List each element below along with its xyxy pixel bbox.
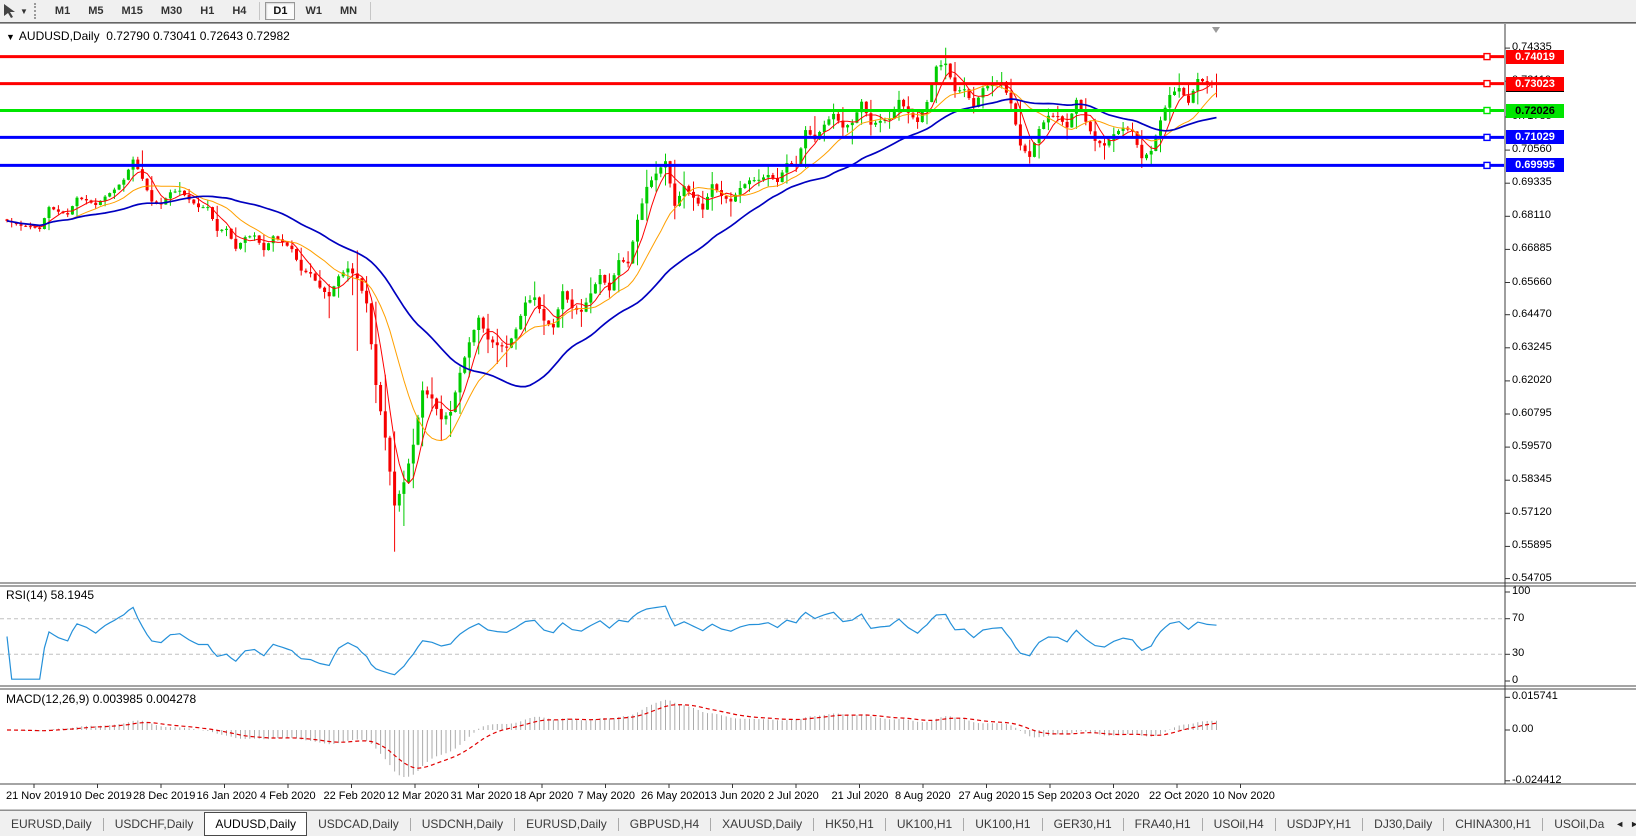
date-tick-label: 31 Mar 2020 [451,790,513,802]
date-tick-label: 27 Aug 2020 [959,790,1021,802]
date-tick-label: 4 Feb 2020 [260,790,316,802]
rsi-tick: 0 [1512,674,1518,686]
chart-tab-china300-h1[interactable]: CHINA300,H1 [1444,813,1542,835]
price-tick: 0.68110 [1512,209,1551,221]
chart-tab-fra40-h1[interactable]: FRA40,H1 [1124,813,1202,835]
chart-title: ▼ AUDUSD,Daily 0.72790 0.73041 0.72643 0.… [6,29,290,43]
date-tick-label: 3 Oct 2020 [1086,790,1140,802]
date-tick-label: 12 Mar 2020 [387,790,449,802]
macd-tick: 0.015741 [1512,690,1558,702]
price-tick: 0.66885 [1512,242,1552,254]
hline-price-badge: 0.72026 [1506,104,1564,118]
hline-price-badge: 0.74019 [1506,50,1564,64]
chart-tab-gbpusd-h4[interactable]: GBPUSD,H4 [619,813,710,835]
date-tick-label: 7 May 2020 [578,790,635,802]
chart-tab-audusd-daily[interactable]: AUDUSD,Daily [204,812,307,836]
chart-tabs-bar: EURUSD,DailyUSDCHF,DailyAUDUSD,DailyUSDC… [0,810,1636,836]
price-tick: 0.65660 [1512,276,1552,288]
chart-tab-dj30-daily[interactable]: DJ30,Daily [1363,813,1443,835]
macd-tick: -0.024412 [1512,774,1562,786]
mt4-window: ▼ M1M5M15M30H1H4D1W1MN ▼AUDUSD,Daily 0.7… [0,0,1636,836]
chart-tab-usdcad-daily[interactable]: USDCAD,Daily [307,813,410,835]
price-tick: 0.62020 [1512,374,1552,386]
chart-ohlc-values: 0.72790 0.73041 0.72643 0.72982 [106,29,290,43]
tab-scroll-arrows: ◄ ► [1615,819,1636,829]
date-tick-label: 28 Dec 2019 [133,790,195,802]
chart-tab-usoil-da[interactable]: USOil,Da [1543,813,1615,835]
chart-tab-xauusd-daily[interactable]: XAUUSD,Daily [711,813,813,835]
date-tick-label: 15 Sep 2020 [1022,790,1084,802]
date-tick-label: 21 Jul 2020 [832,790,889,802]
chart-tab-uk100-h1[interactable]: UK100,H1 [964,813,1041,835]
price-tick: 0.57120 [1512,506,1552,518]
date-tick-label: 26 May 2020 [641,790,705,802]
date-tick-label: 16 Jan 2020 [197,790,258,802]
date-tick-label: 10 Dec 2019 [70,790,132,802]
chart-tab-usdchf-daily[interactable]: USDCHF,Daily [104,813,205,835]
tab-scroll-left-icon[interactable]: ◄ [1615,819,1624,829]
hline-price-badge: 0.73023 [1506,77,1564,91]
chart-tabs: EURUSD,DailyUSDCHF,DailyAUDUSD,DailyUSDC… [0,812,1615,836]
price-tick: 0.59570 [1512,440,1552,452]
chart-shift-marker[interactable] [1212,27,1220,33]
price-tick: 0.54705 [1512,572,1552,584]
rsi-tick: 100 [1512,585,1530,597]
chart-tab-eurusd-daily[interactable]: EURUSD,Daily [0,813,103,835]
macd-tick: 0.00 [1512,723,1533,735]
chart-tab-usdjpy-h1[interactable]: USDJPY,H1 [1276,813,1362,835]
chart-tab-ger30-h1[interactable]: GER30,H1 [1043,813,1123,835]
hline-price-badge: 0.71029 [1506,130,1564,144]
chart-symbol-label: AUDUSD,Daily [19,29,100,43]
price-tick: 0.70560 [1512,143,1552,155]
date-tick-label: 22 Feb 2020 [324,790,386,802]
date-tick-label: 22 Oct 2020 [1149,790,1209,802]
price-tick: 0.55895 [1512,539,1552,551]
date-tick-label: 21 Nov 2019 [6,790,68,802]
date-tick-label: 13 Jun 2020 [705,790,766,802]
price-tick: 0.58345 [1512,473,1552,485]
chart-canvas[interactable] [0,0,1636,836]
price-tick: 0.69335 [1512,176,1552,188]
macd-label: MACD(12,26,9) 0.003985 0.004278 [6,692,196,706]
chart-tab-uk100-h1[interactable]: UK100,H1 [886,813,963,835]
rsi-tick: 30 [1512,647,1524,659]
rsi-label: RSI(14) 58.1945 [6,588,94,602]
rsi-tick: 70 [1512,612,1524,624]
chart-tab-hk50-h1[interactable]: HK50,H1 [814,813,885,835]
price-tick: 0.63245 [1512,341,1552,353]
date-tick-label: 10 Nov 2020 [1213,790,1275,802]
date-tick-label: 8 Aug 2020 [895,790,951,802]
chart-tab-usoil-h4[interactable]: USOil,H4 [1203,813,1275,835]
price-tick: 0.64470 [1512,308,1552,320]
chart-tab-usdcnh-daily[interactable]: USDCNH,Daily [411,813,514,835]
title-collapse-icon[interactable]: ▼ [6,32,15,42]
date-tick-label: 18 Apr 2020 [514,790,573,802]
date-tick-label: 2 Jul 2020 [768,790,819,802]
hline-price-badge: 0.69995 [1506,158,1564,172]
tab-scroll-right-icon[interactable]: ► [1630,819,1636,829]
price-tick: 0.60795 [1512,407,1552,419]
chart-tab-eurusd-daily[interactable]: EURUSD,Daily [515,813,618,835]
